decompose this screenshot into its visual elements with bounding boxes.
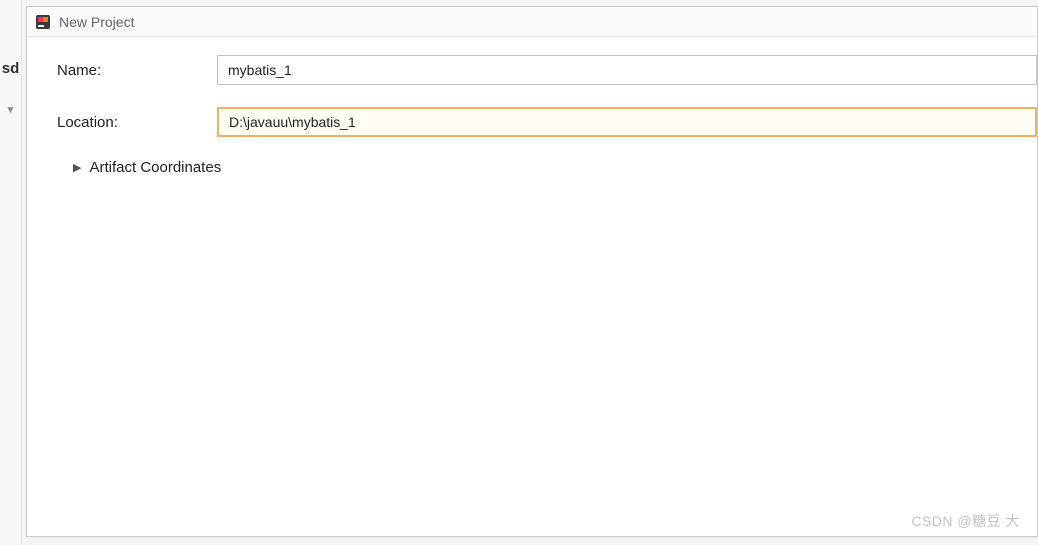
artifact-coordinates-expander[interactable]: ▶ Artifact Coordinates bbox=[57, 159, 1037, 176]
chevron-right-icon: ▶ bbox=[73, 161, 81, 174]
left-sidebar-strip: sd ▼ bbox=[0, 0, 22, 545]
location-input[interactable] bbox=[217, 107, 1037, 137]
intellij-icon bbox=[35, 14, 51, 30]
location-row: Location: bbox=[57, 107, 1037, 137]
location-label: Location: bbox=[57, 114, 217, 131]
artifact-coordinates-label: Artifact Coordinates bbox=[89, 159, 221, 176]
name-input[interactable] bbox=[217, 55, 1037, 85]
dialog-title: New Project bbox=[59, 14, 134, 30]
sidebar-text: sd bbox=[2, 60, 20, 77]
dialog-titlebar: New Project bbox=[27, 7, 1037, 37]
form-area: Name: Location: ▶ Artifact Coordinates bbox=[27, 37, 1037, 536]
name-label: Name: bbox=[57, 62, 217, 79]
name-row: Name: bbox=[57, 55, 1037, 85]
new-project-dialog: New Project Name: Location: ▶ Artifact C… bbox=[26, 6, 1038, 537]
collapse-triangle-icon[interactable]: ▼ bbox=[6, 105, 16, 116]
